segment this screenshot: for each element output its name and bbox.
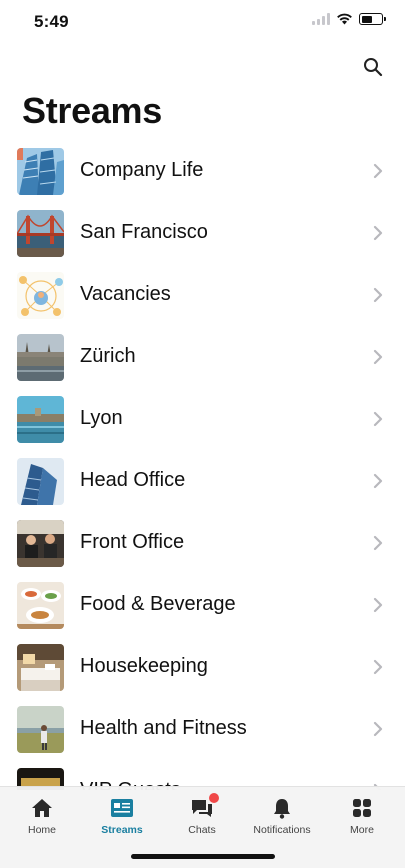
chevron-right-icon bbox=[373, 597, 383, 613]
chevron-right-icon bbox=[373, 225, 383, 241]
stream-thumbnail bbox=[17, 458, 64, 505]
stream-item-lyon[interactable]: Lyon bbox=[0, 388, 405, 450]
tab-label: Chats bbox=[188, 824, 216, 836]
stream-item-label: Food & Beverage bbox=[80, 593, 236, 615]
tab-label: Notifications bbox=[253, 824, 311, 836]
status-bar: 5:49 bbox=[0, 0, 405, 44]
streams-icon bbox=[110, 797, 134, 819]
chevron-right-icon bbox=[373, 287, 383, 303]
cellular-signal-icon bbox=[312, 13, 330, 25]
status-icons bbox=[312, 13, 386, 25]
tab-label: More bbox=[350, 824, 374, 836]
stream-item-label: Front Office bbox=[80, 531, 185, 553]
stream-list: Company Life San Francisco Vacancies Zür… bbox=[0, 140, 405, 790]
stream-item-label: Zürich bbox=[80, 345, 136, 367]
chevron-right-icon bbox=[373, 349, 383, 365]
stream-item-zurich[interactable]: Zürich bbox=[0, 326, 405, 388]
stream-item-label: Housekeeping bbox=[80, 655, 208, 677]
tab-notifications[interactable]: Notifications bbox=[242, 787, 322, 843]
stream-item-housekeeping[interactable]: Housekeeping bbox=[0, 636, 405, 698]
chevron-right-icon bbox=[373, 721, 383, 737]
stream-thumbnail bbox=[17, 148, 64, 195]
unread-badge bbox=[209, 793, 219, 803]
chevron-right-icon bbox=[373, 163, 383, 179]
wifi-icon bbox=[337, 13, 352, 25]
tab-more[interactable]: More bbox=[322, 787, 402, 843]
stream-item-health-fitness[interactable]: Health and Fitness bbox=[0, 698, 405, 760]
stream-item-label: Health and Fitness bbox=[80, 717, 247, 739]
search-button[interactable] bbox=[360, 54, 386, 80]
search-icon bbox=[364, 58, 383, 77]
stream-item-label: Company Life bbox=[80, 159, 204, 181]
stream-item-front-office[interactable]: Front Office bbox=[0, 512, 405, 574]
stream-thumbnail bbox=[17, 582, 64, 629]
bell-icon bbox=[270, 797, 294, 819]
stream-thumbnail bbox=[17, 334, 64, 381]
home-indicator bbox=[131, 854, 275, 859]
stream-item-label: San Francisco bbox=[80, 221, 208, 243]
battery-icon bbox=[359, 13, 386, 25]
tab-label: Home bbox=[27, 824, 56, 836]
status-time: 5:49 bbox=[34, 12, 69, 31]
stream-item-company-life[interactable]: Company Life bbox=[0, 140, 405, 202]
stream-thumbnail bbox=[17, 272, 64, 319]
tab-streams[interactable]: Streams bbox=[82, 787, 162, 843]
stream-item-label: Lyon bbox=[80, 407, 123, 429]
home-icon bbox=[30, 797, 54, 819]
stream-item-label: Vacancies bbox=[80, 283, 171, 305]
stream-item-food-beverage[interactable]: Food & Beverage bbox=[0, 574, 405, 636]
page-title: Streams bbox=[22, 90, 162, 131]
chevron-right-icon bbox=[373, 535, 383, 551]
stream-thumbnail bbox=[17, 520, 64, 567]
stream-thumbnail bbox=[17, 396, 64, 443]
stream-thumbnail bbox=[17, 706, 64, 753]
tab-label: Streams bbox=[101, 824, 143, 836]
chevron-right-icon bbox=[373, 473, 383, 489]
chevron-right-icon bbox=[373, 411, 383, 427]
stream-item-san-francisco[interactable]: San Francisco bbox=[0, 202, 405, 264]
stream-thumbnail bbox=[17, 644, 64, 691]
stream-item-head-office[interactable]: Head Office bbox=[0, 450, 405, 512]
tab-chats[interactable]: Chats bbox=[162, 787, 242, 843]
chat-icon bbox=[190, 793, 219, 819]
chevron-right-icon bbox=[373, 659, 383, 675]
grid-icon bbox=[350, 797, 374, 819]
stream-thumbnail bbox=[17, 210, 64, 257]
stream-item-vacancies[interactable]: Vacancies bbox=[0, 264, 405, 326]
tab-home[interactable]: Home bbox=[2, 787, 82, 843]
stream-item-label: Head Office bbox=[80, 469, 186, 491]
